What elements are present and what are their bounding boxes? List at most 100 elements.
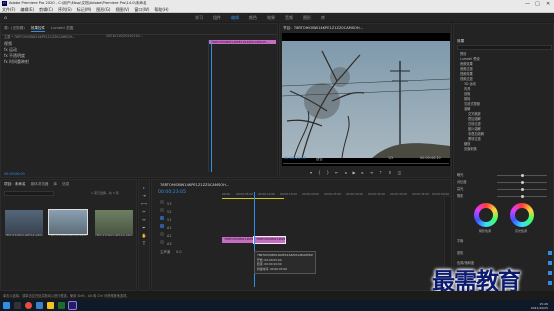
- lift-icon[interactable]: ⇡: [379, 170, 382, 175]
- ec-playhead: [211, 40, 212, 172]
- folder-page-peel[interactable]: 页面剥落: [464, 147, 484, 152]
- premiere-logo-icon: Pr: [2, 1, 7, 6]
- menu-edit[interactable]: 编辑(E): [20, 7, 34, 13]
- workspace-tab-editing[interactable]: 编辑: [226, 15, 244, 21]
- taskbar-app-icon[interactable]: [58, 302, 65, 309]
- tab-info[interactable]: 信息: [62, 182, 69, 187]
- timeline-clip-2[interactable]: 78RTOHIOBW14KPE...: [253, 236, 286, 244]
- menu-graphics[interactable]: 图形(G): [96, 7, 110, 13]
- lumetri-contrast-slider[interactable]: [497, 181, 547, 184]
- project-search-input[interactable]: [4, 191, 54, 196]
- menu-view[interactable]: 视图(V): [115, 7, 129, 13]
- type-tool-icon[interactable]: T: [143, 241, 145, 246]
- workspace-tab-audio[interactable]: 音频: [280, 15, 298, 21]
- ruler-tick: 00:00:10:00: [258, 192, 276, 196]
- step-back-icon[interactable]: ◂: [344, 170, 346, 175]
- marker-icon[interactable]: ▾: [310, 170, 312, 175]
- razor-tool-icon[interactable]: ✂: [142, 209, 145, 214]
- effects-search-input[interactable]: [457, 45, 552, 50]
- pen-tool-icon[interactable]: ✒: [142, 225, 145, 230]
- home-icon[interactable]: ⌂: [4, 15, 7, 21]
- program-monitor-panel: 节目：78RTOHIOBW14KPE1Z1ZZ0CAMSOH... 00:00:…: [279, 23, 452, 178]
- hand-tool-icon[interactable]: ✋: [142, 233, 147, 238]
- project-item[interactable]: 78RTOHIOBW14KPE1Z1ZZ0CAMSOH...: [95, 210, 133, 237]
- workspace-tab-color[interactable]: 颜色: [244, 15, 262, 21]
- timeline-timecode[interactable]: 00:00:23:05: [158, 190, 186, 195]
- taskbar-app-icon[interactable]: [36, 302, 43, 309]
- taskbar-app-icon[interactable]: [47, 302, 54, 309]
- ruler-tick: 00:00:15:00: [280, 192, 298, 196]
- menu-marker[interactable]: 标记(M): [77, 7, 92, 13]
- vignette-checkbox[interactable]: [548, 251, 552, 255]
- project-item[interactable]: 78RTOHIOBW14KPE1Z1ZZ0CAMSOH...: [5, 210, 43, 237]
- menu-file[interactable]: 文件(F): [2, 7, 15, 13]
- menu-window[interactable]: 窗口(W): [134, 7, 149, 13]
- menu-clip[interactable]: 剪辑(C): [39, 7, 53, 13]
- workspace-tab-graphics[interactable]: 图形: [298, 15, 316, 21]
- lumetri-shadows-slider[interactable]: [497, 195, 547, 198]
- timeline-clip-1[interactable]: 78RTOHIOBW14KPE1Z1ZZ0CAMSOH...: [222, 237, 253, 243]
- play-icon[interactable]: ▶: [352, 170, 355, 175]
- start-icon[interactable]: [3, 302, 10, 309]
- track-a3[interactable]: A3: [167, 240, 171, 248]
- premiere-taskbar-icon[interactable]: [68, 301, 77, 310]
- effect-row-time-remap[interactable]: fx 时间重映射: [4, 59, 29, 65]
- tab-project[interactable]: 项目：未命名: [4, 182, 26, 187]
- taskbar-app-icon[interactable]: [25, 302, 32, 309]
- program-scrubber[interactable]: [283, 163, 449, 164]
- lumetri-contrast-label: 对比度: [457, 180, 467, 184]
- ripple-edit-tool-icon[interactable]: ⟷: [141, 201, 147, 206]
- menu-help[interactable]: 帮助(H): [154, 7, 168, 13]
- track-select-tool-icon[interactable]: ⇥: [142, 193, 145, 198]
- search-icon[interactable]: [14, 302, 21, 309]
- program-timecode[interactable]: 00:00:23:05: [284, 156, 306, 160]
- track-v1[interactable]: V1: [167, 216, 171, 224]
- go-to-in-icon[interactable]: ⇤: [335, 170, 338, 175]
- track-a1[interactable]: A1: [167, 224, 171, 232]
- tab-libraries[interactable]: 库: [54, 182, 58, 187]
- ruler-tick: 00:00: [222, 192, 231, 196]
- menu-sequence[interactable]: 序列(S): [58, 7, 72, 13]
- window-title: Adobe Premiere Pro 2020 - C:\用户\Ebsp\文档\…: [9, 1, 147, 5]
- timeline-tab[interactable]: 78RTOHIOBW14KPE1Z1ZZ0CAMSOH...: [160, 183, 229, 187]
- out-point-icon[interactable]: }: [327, 170, 330, 175]
- go-to-out-icon[interactable]: ⇥: [370, 170, 373, 175]
- workspace-tab-effects[interactable]: 效果: [262, 15, 280, 21]
- master-value[interactable]: 0.0: [176, 248, 181, 256]
- project-item[interactable]: 78RTOHIOBW14KPE1Z1ZZ0CAMSOH...: [48, 209, 88, 237]
- project-item-count: 1 项已选择，共 3 项: [91, 191, 119, 195]
- workspace-tab-assembly[interactable]: 组件: [208, 15, 226, 21]
- lumetri-highlights-slider[interactable]: [497, 188, 547, 191]
- tab-lumetri-scopes[interactable]: Lumetri 范围: [51, 26, 73, 32]
- program-video-frame: [282, 33, 450, 166]
- extract-icon[interactable]: ⇞: [388, 170, 391, 175]
- program-monitor-title: 节目：78RTOHIOBW14KPE1Z1ZZ0CAMSOH...: [283, 26, 363, 30]
- in-point-icon[interactable]: {: [318, 170, 321, 175]
- ruler-tick: 00:00:20:00: [302, 192, 320, 196]
- tab-source[interactable]: 源：(无剪辑): [4, 26, 25, 32]
- status-bar: 单击以选择，或单击空白处并拖动以进行框选。使用 Shift、Alt 和 Ctrl…: [0, 291, 554, 300]
- lumetri-exposure-slider[interactable]: [497, 174, 547, 177]
- track-v2[interactable]: V2: [167, 208, 171, 216]
- sequence-line: 20210110/20210110...: [106, 34, 143, 38]
- track-a2[interactable]: A2: [167, 232, 171, 240]
- vignette2-checkbox[interactable]: [548, 281, 552, 285]
- program-scale-dropdown[interactable]: 1/2: [388, 156, 393, 160]
- step-forward-icon[interactable]: ▸: [362, 170, 364, 175]
- selection-tool-icon[interactable]: ▸: [143, 185, 145, 190]
- hue-sat-checkbox[interactable]: [548, 261, 552, 265]
- program-fit-dropdown[interactable]: 适合: [316, 156, 323, 161]
- slip-tool-icon[interactable]: ↔: [142, 217, 145, 222]
- highlight-tint-wheel[interactable]: [510, 203, 534, 227]
- hsl-checkbox[interactable]: [548, 271, 552, 275]
- tab-effect-controls[interactable]: 效果控件: [30, 26, 46, 32]
- workspace-tab-libraries[interactable]: 库: [316, 15, 330, 21]
- shadow-tint-wheel[interactable]: [474, 203, 498, 227]
- work-area-bar[interactable]: [222, 198, 284, 199]
- workspace-tab-learn[interactable]: 学习: [190, 15, 208, 21]
- track-v3[interactable]: V3: [167, 200, 171, 208]
- master-track: 主声道: [160, 250, 171, 254]
- export-frame-icon[interactable]: ◫: [398, 170, 402, 175]
- taskbar: 15:26 2021/10/25: [0, 300, 554, 311]
- tab-media-browser[interactable]: 媒体浏览器: [31, 182, 49, 187]
